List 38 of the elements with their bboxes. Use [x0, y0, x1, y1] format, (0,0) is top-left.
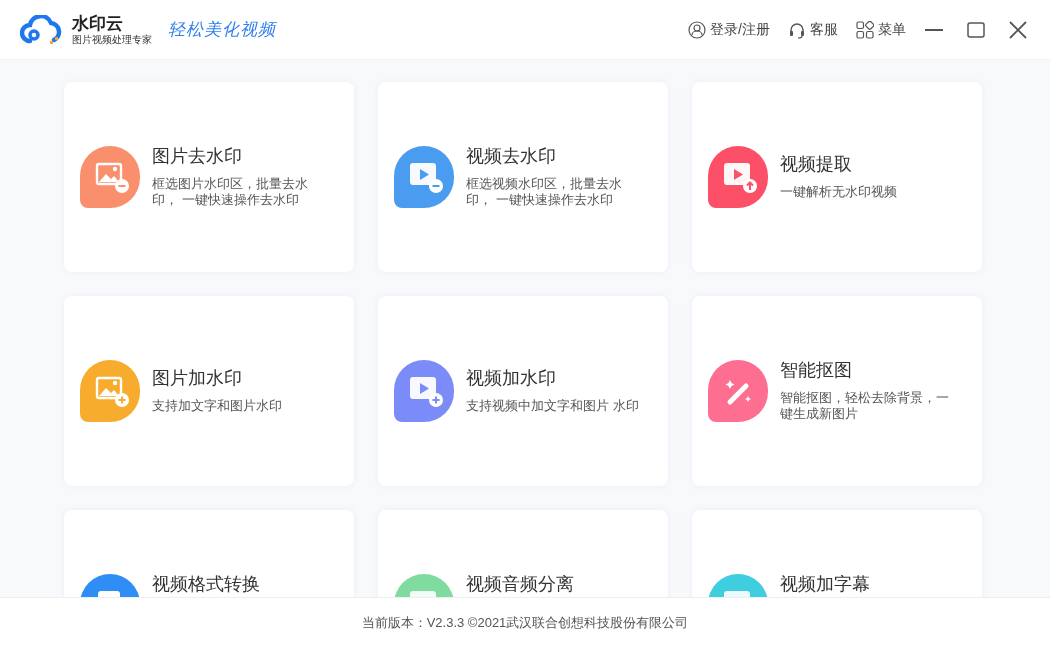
logo-name: 水印云	[72, 14, 124, 32]
tool-card[interactable]: 视频格式转换	[64, 510, 354, 597]
tool-title: 视频提取	[780, 154, 853, 176]
tool-description: 支持视频中加文字和图片 水印	[466, 397, 639, 414]
tool-description: 智能抠图，轻松去除背景，一键生成新图片	[780, 389, 950, 423]
tool-title: 视频加字幕	[780, 573, 870, 596]
maximize-icon	[966, 20, 986, 41]
tool-card[interactable]: 视频加水印 支持视频中加文字和图片 水印	[378, 296, 668, 486]
tool-description: 一键解析无水印视频	[780, 183, 897, 200]
header-action-button[interactable]: 客服	[788, 19, 838, 40]
tool-title: 图片加水印	[152, 368, 243, 390]
header-action-button[interactable]: 菜单	[856, 19, 906, 40]
tool-title: 视频格式转换	[152, 573, 260, 596]
user-icon	[688, 20, 707, 39]
header-action-button[interactable]: 登录/注册	[688, 19, 770, 40]
tool-card[interactable]: 视频提取 一键解析无水印视频	[692, 82, 982, 272]
grid-icon	[856, 20, 874, 39]
tool-card[interactable]: 视频加字幕	[692, 510, 982, 597]
tool-title: 智能抠图	[780, 359, 853, 382]
tool-title: 图片去水印	[152, 145, 243, 168]
tool-card[interactable]: 视频去水印 框选视频水印区，批量去水印， 一键快速操作去水印	[378, 82, 668, 272]
tool-description: 框选图片水印区，批量去水印， 一键快速操作去水印	[152, 175, 309, 209]
tool-description: 框选视频水印区，批量去水印， 一键快速操作去水印	[466, 175, 623, 209]
cloud-logo-icon	[20, 14, 64, 45]
tool-card[interactable]: 智能抠图 智能抠图，轻松去除背景，一键生成新图片	[692, 296, 982, 486]
tool-card[interactable]: 视频音频分离	[378, 510, 668, 597]
slogan: 轻松美化视频	[168, 17, 276, 41]
tool-description: 支持加文字和图片水印	[152, 397, 282, 414]
tool-card[interactable]: 图片去水印 框选图片水印区，批量去水印， 一键快速操作去水印	[64, 82, 354, 272]
tool-title: 视频去水印	[466, 145, 557, 168]
tool-title: 视频音频分离	[466, 573, 574, 596]
footer-text: 当前版本：V2.3.3 ©2021武汉联合创想科技股份有限公司	[361, 613, 689, 632]
headset-icon	[788, 20, 806, 39]
minimize-icon	[924, 28, 944, 33]
tool-title: 视频加水印	[466, 368, 557, 390]
logo-subtitle: 图片视频处理专家	[72, 34, 152, 45]
close-icon	[1008, 20, 1028, 41]
tool-card[interactable]: 图片加水印 支持加文字和图片水印	[64, 296, 354, 486]
